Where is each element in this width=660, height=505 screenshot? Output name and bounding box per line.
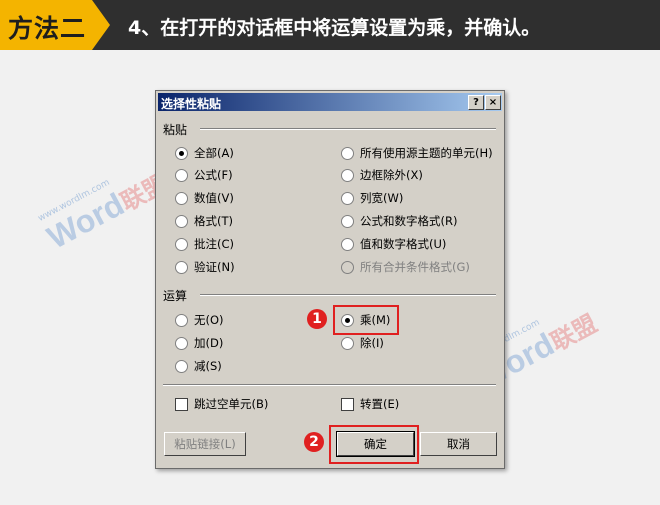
radio-indicator[interactable]: [341, 191, 354, 205]
radio-label: 加(D): [194, 336, 224, 350]
radio-label: 减(S): [194, 359, 222, 373]
method-badge: 方法二: [0, 0, 110, 50]
radio-indicator[interactable]: [175, 336, 188, 350]
paste-link-button[interactable]: 粘贴链接(L): [164, 432, 246, 456]
paste-special-dialog: 选择性粘贴 ? × 粘贴 全部(A) 公式(F) 数值(V) 格式(T) 批注(…: [155, 90, 505, 469]
operation-group-separator: [200, 294, 496, 296]
radio-indicator[interactable]: [175, 260, 188, 274]
radio-label: 无(O): [194, 313, 224, 327]
radio-paste-validation[interactable]: 验证(N): [175, 259, 235, 275]
radio-paste-values[interactable]: 数值(V): [175, 190, 234, 206]
radio-operation-add[interactable]: 加(D): [175, 335, 223, 351]
ok-highlight-box: [329, 425, 419, 464]
paste-group-separator: [200, 128, 496, 130]
radio-indicator[interactable]: [175, 214, 188, 228]
dialog-titlebar: 选择性粘贴 ? ×: [158, 93, 502, 111]
callout-number-2: 2: [304, 432, 324, 452]
radio-indicator: [341, 260, 354, 274]
radio-label: 格式(T): [194, 214, 233, 228]
checkbox-indicator[interactable]: [341, 397, 354, 411]
radio-paste-column-widths[interactable]: 列宽(W): [341, 190, 403, 206]
step-instruction: 4、在打开的对话框中将运算设置为乘，并确认。: [128, 17, 541, 39]
radio-paste-values-number-formats[interactable]: 值和数字格式(U): [341, 236, 446, 252]
radio-label: 列宽(W): [360, 191, 404, 205]
radio-label: 公式和数字格式(R): [360, 214, 458, 228]
radio-label: 批注(C): [194, 237, 235, 251]
radio-operation-divide[interactable]: 除(I): [341, 335, 384, 351]
radio-operation-none[interactable]: 无(O): [175, 312, 224, 328]
radio-label: 边框除外(X): [360, 168, 423, 182]
radio-indicator[interactable]: [341, 336, 354, 350]
cancel-button[interactable]: 取消: [420, 432, 497, 456]
options-separator: [163, 384, 496, 386]
method-badge-text: 方法二: [8, 14, 87, 43]
radio-paste-merge-conditional-formats: 所有合并条件格式(G): [341, 259, 470, 275]
radio-paste-formats[interactable]: 格式(T): [175, 213, 233, 229]
checkbox-label: 转置(E): [360, 397, 400, 411]
close-button[interactable]: ×: [485, 95, 501, 110]
radio-paste-formulas-number-formats[interactable]: 公式和数字格式(R): [341, 213, 457, 229]
radio-indicator[interactable]: [175, 191, 188, 205]
help-button[interactable]: ?: [468, 95, 484, 110]
radio-label: 除(I): [360, 336, 384, 350]
radio-label: 所有使用源主题的单元(H): [360, 146, 493, 160]
radio-indicator[interactable]: [341, 168, 354, 182]
radio-paste-no-borders[interactable]: 边框除外(X): [341, 167, 423, 183]
radio-indicator[interactable]: [175, 146, 188, 160]
checkbox-indicator[interactable]: [175, 397, 188, 411]
operation-group-title: 运算: [163, 289, 188, 303]
radio-paste-all[interactable]: 全部(A): [175, 145, 234, 161]
callout-number-1: 1: [307, 309, 327, 329]
radio-indicator[interactable]: [341, 146, 354, 160]
radio-label: 所有合并条件格式(G): [360, 260, 470, 274]
radio-operation-subtract[interactable]: 减(S): [175, 358, 222, 374]
watermark-left: www.wordlm.com Word联盟: [36, 169, 172, 256]
radio-paste-formulas[interactable]: 公式(F): [175, 167, 233, 183]
dialog-title: 选择性粘贴: [161, 97, 222, 111]
radio-indicator[interactable]: [341, 237, 354, 251]
radio-indicator[interactable]: [175, 168, 188, 182]
radio-label: 数值(V): [194, 191, 234, 205]
paste-group-title: 粘贴: [163, 123, 188, 137]
radio-paste-source-theme[interactable]: 所有使用源主题的单元(H): [341, 145, 493, 161]
checkbox-label: 跳过空单元(B): [194, 397, 269, 411]
checkbox-transpose[interactable]: 转置(E): [341, 396, 399, 412]
radio-indicator[interactable]: [175, 313, 188, 327]
radio-indicator[interactable]: [341, 214, 354, 228]
radio-label: 公式(F): [194, 168, 233, 182]
radio-label: 验证(N): [194, 260, 235, 274]
radio-indicator[interactable]: [175, 237, 188, 251]
radio-label: 全部(A): [194, 146, 234, 160]
radio-label: 值和数字格式(U): [360, 237, 447, 251]
checkbox-skip-blanks[interactable]: 跳过空单元(B): [175, 396, 268, 412]
radio-paste-comments[interactable]: 批注(C): [175, 236, 234, 252]
radio-indicator[interactable]: [175, 359, 188, 373]
multiply-highlight-box: [333, 305, 399, 335]
